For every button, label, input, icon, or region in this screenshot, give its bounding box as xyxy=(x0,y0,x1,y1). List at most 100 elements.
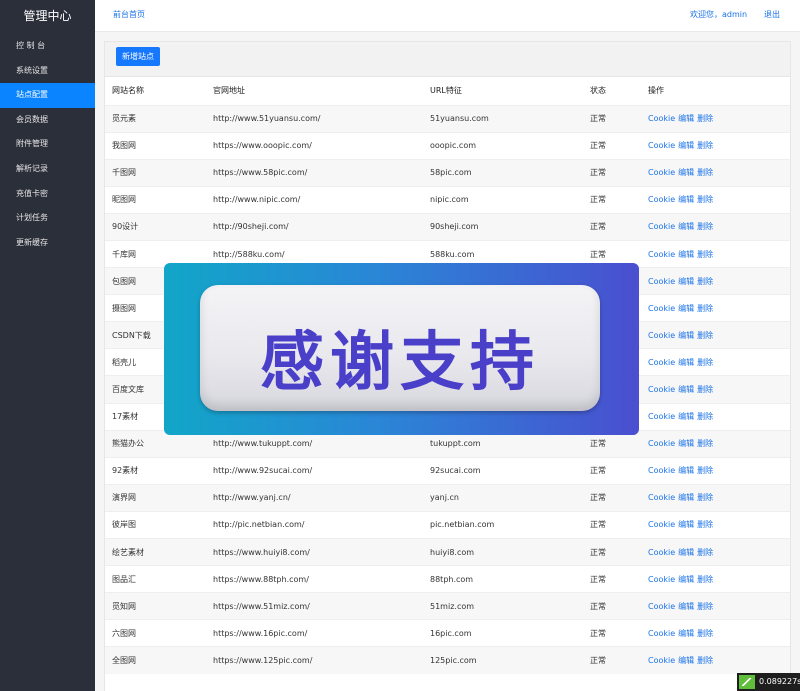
cell-status: 正常 xyxy=(583,185,641,214)
table-row: 千图网 https://www.58pic.com/58pic.com 正常 Cook… xyxy=(105,158,790,187)
delete-link[interactable]: 删除 xyxy=(697,168,713,177)
cookie-link[interactable]: Cookie xyxy=(648,412,675,421)
cookie-link[interactable]: Cookie xyxy=(648,493,675,502)
delete-link[interactable]: 删除 xyxy=(697,548,713,557)
delete-link[interactable]: 删除 xyxy=(697,331,713,340)
sidebar: 管理中心 控 制 台系统设置 站点配置 会员数据 附件管理 解析记录 充值卡密 计划任务 更新… xyxy=(0,0,95,691)
edit-link[interactable]: 编辑 xyxy=(678,195,694,204)
add-site-button[interactable]: 新增站点 xyxy=(116,47,160,66)
cell-actions: Cookie 编辑 删除 xyxy=(641,267,790,295)
cookie-link[interactable]: Cookie xyxy=(648,358,675,367)
edit-link[interactable]: 编辑 xyxy=(678,304,694,313)
delete-link[interactable]: 删除 xyxy=(697,304,713,313)
home-link[interactable]: 前台首页 xyxy=(113,0,145,30)
delete-link[interactable]: 删除 xyxy=(697,520,713,529)
cookie-link[interactable]: Cookie xyxy=(648,520,675,529)
delete-link[interactable]: 删除 xyxy=(697,575,713,584)
cookie-link[interactable]: Cookie xyxy=(648,222,675,231)
cookie-link[interactable]: Cookie xyxy=(648,168,675,177)
delete-link[interactable]: 删除 xyxy=(697,141,713,150)
cookie-link[interactable]: Cookie xyxy=(648,629,675,638)
cookie-link[interactable]: Cookie xyxy=(648,250,675,259)
cell-site-url: http://www.92sucai.com/ xyxy=(206,456,423,485)
cell-actions: Cookie 编辑 删除 xyxy=(641,212,790,241)
cookie-link[interactable]: Cookie xyxy=(648,466,675,475)
edit-link[interactable]: 编辑 xyxy=(678,222,694,231)
header-actions: 操作 xyxy=(648,86,664,96)
edit-link[interactable]: 编辑 xyxy=(678,493,694,502)
cookie-link[interactable]: Cookie xyxy=(648,141,675,150)
edit-link[interactable]: 编辑 xyxy=(678,331,694,340)
cookie-link[interactable]: Cookie xyxy=(648,304,675,313)
cookie-link[interactable]: Cookie xyxy=(648,575,675,584)
cookie-link[interactable]: Cookie xyxy=(648,439,675,448)
leaf-logo-icon xyxy=(739,675,755,689)
edit-link[interactable]: 编辑 xyxy=(678,520,694,529)
edit-link[interactable]: 编辑 xyxy=(678,250,694,259)
cell-actions: Cookie 编辑 删除 xyxy=(641,185,790,214)
cell-status: 正常 xyxy=(583,537,641,566)
delete-link[interactable]: 删除 xyxy=(697,656,713,665)
cell-site-name: 演界网 xyxy=(105,483,206,512)
logout-link[interactable]: 退出 xyxy=(764,0,780,30)
cell-status: 正常 xyxy=(583,456,641,485)
delete-link[interactable]: 删除 xyxy=(697,439,713,448)
edit-link[interactable]: 编辑 xyxy=(678,141,694,150)
delete-link[interactable]: 删除 xyxy=(697,277,713,286)
cell-site-name: 千图网 xyxy=(105,158,206,187)
cookie-link[interactable]: Cookie xyxy=(648,656,675,665)
edit-link[interactable]: 编辑 xyxy=(678,602,694,611)
cell-site-url: http://www.yanj.cn/ xyxy=(206,483,423,512)
cookie-link[interactable]: Cookie xyxy=(648,195,675,204)
sidebar-item[interactable]: 解析记录 xyxy=(0,157,95,182)
cell-status: 正常 xyxy=(583,104,641,133)
delete-link[interactable]: 删除 xyxy=(697,114,713,123)
delete-link[interactable]: 删除 xyxy=(697,412,713,421)
delete-link[interactable]: 删除 xyxy=(697,222,713,231)
delete-link[interactable]: 删除 xyxy=(697,385,713,394)
cell-site-name: 全图网 xyxy=(105,646,206,674)
delete-link[interactable]: 删除 xyxy=(697,466,713,475)
cookie-link[interactable]: Cookie xyxy=(648,602,675,611)
delete-link[interactable]: 删除 xyxy=(697,195,713,204)
sidebar-item[interactable]: 附件管理 xyxy=(0,132,95,157)
edit-link[interactable]: 编辑 xyxy=(678,439,694,448)
delete-link[interactable]: 删除 xyxy=(697,493,713,502)
cookie-link[interactable]: Cookie xyxy=(648,548,675,557)
edit-link[interactable]: 编辑 xyxy=(678,114,694,123)
delete-link[interactable]: 删除 xyxy=(697,250,713,259)
delete-link[interactable]: 删除 xyxy=(697,629,713,638)
edit-link[interactable]: 编辑 xyxy=(678,385,694,394)
cookie-link[interactable]: Cookie xyxy=(648,331,675,340)
sidebar-item[interactable]: 会员数据 xyxy=(0,108,95,133)
sidebar-item[interactable]: 充值卡密 xyxy=(0,182,95,207)
cell-site-url: https://www.88tph.com/ xyxy=(206,565,423,593)
edit-link[interactable]: 编辑 xyxy=(678,548,694,557)
sidebar-item[interactable]: 更新缓存 xyxy=(0,231,95,256)
cell-site-url: https://www.58pic.com/ xyxy=(206,158,423,187)
edit-link[interactable]: 编辑 xyxy=(678,412,694,421)
edit-link[interactable]: 编辑 xyxy=(678,656,694,665)
edit-link[interactable]: 编辑 xyxy=(678,358,694,367)
cookie-link[interactable]: Cookie xyxy=(648,114,675,123)
edit-link[interactable]: 编辑 xyxy=(678,466,694,475)
sidebar-item[interactable]: 控 制 台 xyxy=(0,34,95,59)
table-row: 图品汇 https://www.88tph.com/88tph.com 正常 Cook… xyxy=(105,565,790,593)
sidebar-item[interactable]: 站点配置 xyxy=(0,83,95,108)
edit-link[interactable]: 编辑 xyxy=(678,629,694,638)
delete-link[interactable]: 删除 xyxy=(697,358,713,367)
cookie-link[interactable]: Cookie xyxy=(648,277,675,286)
cell-url-feature: ooopic.com xyxy=(423,131,583,160)
edit-link[interactable]: 编辑 xyxy=(678,168,694,177)
edit-link[interactable]: 编辑 xyxy=(678,277,694,286)
table-header-row: 网站名称 官网地址 URL特征 状态 操作 xyxy=(105,77,790,105)
sidebar-item[interactable]: 系统设置 xyxy=(0,59,95,84)
cell-actions: Cookie 编辑 删除 xyxy=(641,104,790,133)
cookie-link[interactable]: Cookie xyxy=(648,385,675,394)
edit-link[interactable]: 编辑 xyxy=(678,575,694,584)
sidebar-item[interactable]: 计划任务 xyxy=(0,206,95,231)
cell-actions: Cookie 编辑 删除 xyxy=(641,131,790,160)
header-url-feature: URL特征 xyxy=(430,86,462,96)
welcome-user-link[interactable]: 欢迎您，admin xyxy=(690,0,747,30)
delete-link[interactable]: 删除 xyxy=(697,602,713,611)
